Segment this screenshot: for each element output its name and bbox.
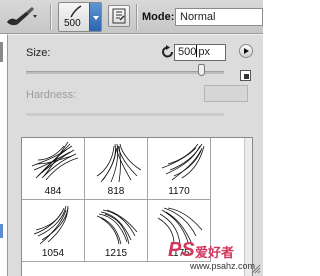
canvas-edge: [0, 224, 3, 238]
brush-tool-icon: [7, 7, 37, 26]
separator: [136, 4, 137, 30]
new-preset-icon: [244, 74, 249, 79]
brush-preset-picker[interactable]: 500: [58, 2, 102, 32]
watermark-logo: PS: [168, 239, 195, 261]
brush-panel-toggle-icon: [112, 8, 126, 24]
brush-size-label: 1215: [104, 248, 128, 259]
separator: [50, 4, 51, 30]
hair-brush-thumbnail: [96, 143, 142, 183]
size-slider-thumb[interactable]: [198, 64, 205, 76]
brush-tool-button[interactable]: [3, 3, 41, 29]
brush-size-label: 484: [44, 186, 62, 197]
watermark-text: 爱好者: [195, 245, 235, 260]
brush-preset-cell[interactable]: 1054: [22, 199, 85, 262]
toggle-brush-panel-button[interactable]: [108, 5, 130, 27]
panel-menu-button[interactable]: [239, 44, 253, 58]
hair-brush-thumbnail: [33, 205, 69, 245]
hardness-label: Hardness:: [26, 89, 77, 101]
brush-preset-cell[interactable]: 1170: [147, 138, 211, 200]
brush-size-label: 1054: [41, 248, 65, 259]
size-input[interactable]: 500 px: [174, 44, 226, 61]
menu-arrow-icon: [244, 48, 249, 54]
watermark-url: www.psahz.com: [190, 261, 256, 271]
hair-brush-thumbnail: [31, 141, 79, 181]
size-slider[interactable]: [26, 64, 224, 76]
brush-preset-size: 500: [64, 18, 81, 29]
brush-preset-cell[interactable]: 818: [84, 138, 148, 200]
brush-size-label: 818: [107, 186, 125, 197]
brush-preset-cell[interactable]: 484: [22, 138, 85, 200]
mode-select[interactable]: Normal: [175, 8, 263, 26]
options-bar: 500 Mode: Normal: [0, 0, 263, 34]
new-preset-button[interactable]: [240, 70, 251, 81]
mode-label: Mode:: [142, 11, 175, 23]
size-label: Size:: [26, 47, 51, 59]
hair-brush-thumbnail: [161, 143, 205, 181]
brush-size-label: 1170: [168, 186, 190, 197]
brush-preset-dropdown-button[interactable]: [89, 3, 101, 31]
size-value: 500: [178, 46, 197, 58]
watermark: PS 爱好者 www.psahz.com: [168, 239, 260, 273]
hair-brush-thumbnail: [96, 209, 138, 245]
canvas-edge: [0, 42, 3, 62]
brush-preset-cell[interactable]: 1215: [84, 199, 148, 262]
chevron-down-icon: [93, 16, 99, 20]
size-unit: px: [198, 46, 210, 58]
hardness-input: [204, 85, 248, 102]
hardness-slider: [26, 113, 224, 116]
